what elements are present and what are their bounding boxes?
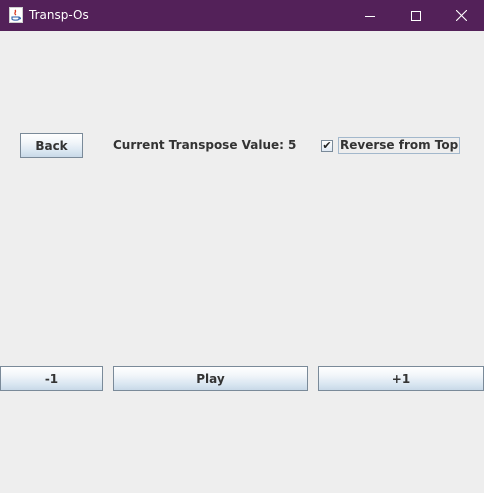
- play-button[interactable]: Play: [113, 366, 308, 391]
- close-icon: [455, 10, 467, 21]
- minimize-button[interactable]: [347, 0, 393, 31]
- maximize-button[interactable]: [393, 0, 439, 31]
- app-window: Transp-Os Back Current Transpose Value: 5…: [0, 0, 484, 493]
- reverse-from-top-checkbox[interactable]: ✔ Reverse from Top: [321, 137, 461, 154]
- close-button[interactable]: [438, 0, 484, 31]
- transpose-value-label: Current Transpose Value: 5: [113, 138, 296, 153]
- title-bar[interactable]: Transp-Os: [0, 0, 484, 31]
- minimize-icon: [365, 15, 375, 17]
- decrement-button[interactable]: -1: [0, 366, 103, 391]
- back-button[interactable]: Back: [20, 133, 83, 158]
- checkbox-check-icon[interactable]: ✔: [321, 139, 333, 152]
- maximize-icon: [411, 10, 421, 21]
- increment-button[interactable]: +1: [318, 366, 484, 391]
- window-title: Transp-Os: [29, 8, 89, 22]
- transpose-label-text: Current Transpose Value:: [113, 138, 284, 152]
- transpose-value: 5: [287, 138, 297, 152]
- reverse-from-top-label[interactable]: Reverse from Top: [338, 137, 461, 154]
- java-app-icon: [9, 7, 23, 23]
